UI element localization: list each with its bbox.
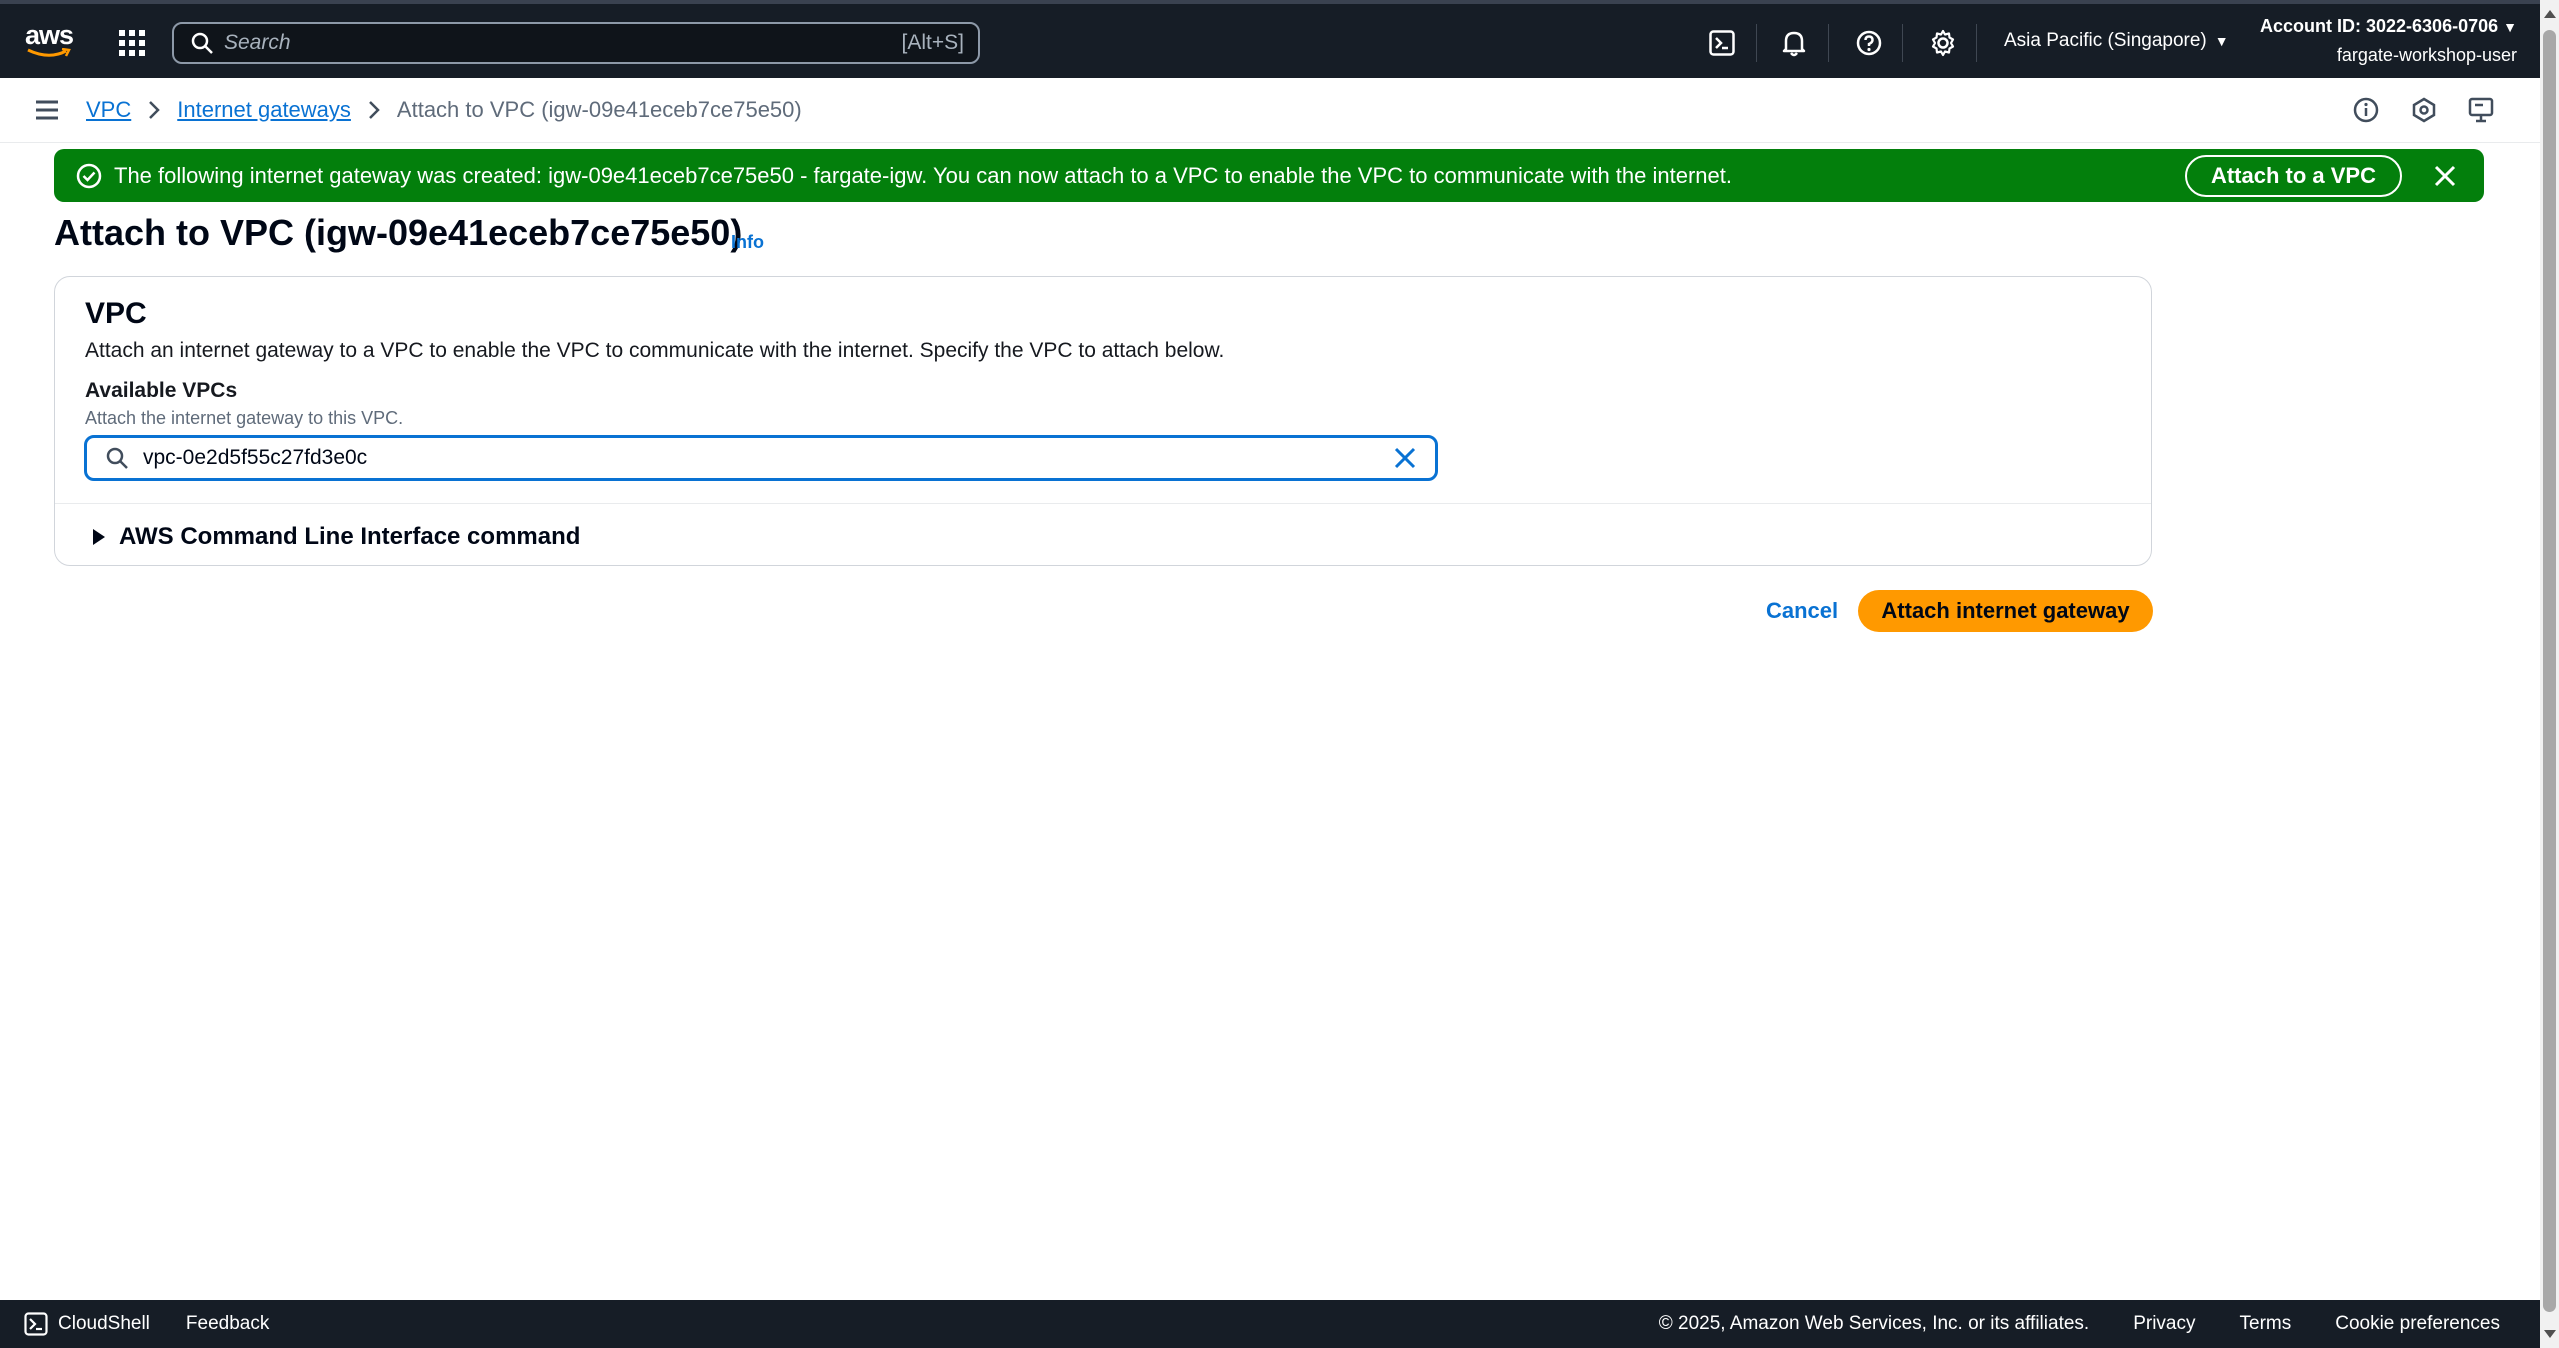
- services-menu-icon[interactable]: [118, 29, 146, 57]
- caret-right-icon: [93, 529, 105, 545]
- check-circle-icon: [76, 163, 102, 188]
- nav-divider: [1976, 24, 1977, 62]
- available-vpcs-label: Available VPCs: [85, 379, 238, 402]
- cloudshell-label: CloudShell: [58, 1313, 150, 1334]
- chevron-right-icon: [369, 101, 380, 119]
- breadcrumb-vpc[interactable]: VPC: [86, 97, 131, 123]
- security-icon[interactable]: [2406, 92, 2442, 128]
- caret-down-icon: ▼: [2503, 19, 2517, 35]
- page-title: Attach to VPC (igw-09e41eceb7ce75e50): [54, 212, 743, 253]
- section-divider: [55, 503, 2151, 504]
- account-user: fargate-workshop-user: [2336, 45, 2517, 65]
- close-icon[interactable]: [2432, 163, 2458, 189]
- info-link[interactable]: Info: [731, 232, 764, 253]
- copyright-text: © 2025, Amazon Web Services, Inc. or its…: [1658, 1313, 2090, 1334]
- scroll-up-arrow-icon[interactable]: [2544, 10, 2556, 18]
- search-placeholder: Search: [224, 31, 291, 54]
- region-selector[interactable]: Asia Pacific (Singapore) ▼: [2004, 30, 2229, 52]
- terms-link[interactable]: Terms: [2240, 1313, 2292, 1335]
- account-menu[interactable]: Account ID: 3022-6306-0706 ▼ fargate-wor…: [2260, 16, 2517, 66]
- attach-to-vpc-button[interactable]: Attach to a VPC: [2184, 154, 2402, 197]
- vpc-select-input[interactable]: vpc-0e2d5f55c27fd3e0c: [84, 435, 1438, 481]
- section-description: Attach an internet gateway to a VPC to e…: [85, 339, 1225, 362]
- gear-icon[interactable]: [1925, 25, 1961, 61]
- search-icon: [191, 32, 213, 54]
- vpc-input-value: vpc-0e2d5f55c27fd3e0c: [143, 446, 368, 469]
- scrollbar-thumb[interactable]: [2543, 30, 2556, 1312]
- vpc-container: VPC Attach an internet gateway to a VPC …: [54, 276, 2152, 566]
- aws-smile-icon: [27, 48, 71, 57]
- help-icon[interactable]: [1851, 25, 1887, 61]
- menu-icon[interactable]: [34, 97, 60, 123]
- cloudshell-icon[interactable]: [1704, 25, 1740, 61]
- clear-icon[interactable]: [1393, 446, 1417, 470]
- top-navigation: aws Search [Alt+S] Asia Pacific (Singapo…: [0, 0, 2559, 78]
- nav-divider: [1828, 24, 1829, 62]
- cloudshell-button[interactable]: CloudShell: [24, 1312, 150, 1336]
- region-label: Asia Pacific (Singapore): [2004, 30, 2207, 51]
- caret-down-icon: ▼: [2214, 33, 2229, 49]
- cli-section-label: AWS Command Line Interface command: [119, 523, 581, 550]
- breadcrumb-bar: VPC Internet gateways Attach to VPC (igw…: [0, 78, 2540, 143]
- page-scrollbar[interactable]: [2540, 0, 2559, 1348]
- flash-message: The following internet gateway was creat…: [114, 162, 1732, 188]
- scroll-down-arrow-icon[interactable]: [2544, 1330, 2556, 1338]
- search-shortcut: [Alt+S]: [901, 31, 964, 54]
- privacy-link[interactable]: Privacy: [2133, 1313, 2195, 1335]
- breadcrumb: VPC Internet gateways Attach to VPC (igw…: [86, 78, 802, 142]
- bell-icon[interactable]: [1776, 25, 1812, 61]
- breadcrumb-current: Attach to VPC (igw-09e41eceb7ce75e50): [396, 97, 802, 122]
- footer: CloudShell Feedback © 2025, Amazon Web S…: [0, 1300, 2540, 1348]
- tutorial-panel-icon[interactable]: [2464, 92, 2500, 128]
- aws-logo[interactable]: aws: [22, 18, 76, 62]
- cli-expandable-section[interactable]: AWS Command Line Interface command: [93, 523, 580, 551]
- feedback-link[interactable]: Feedback: [186, 1313, 269, 1335]
- chevron-right-icon: [149, 101, 161, 119]
- cloudshell-icon: [24, 1312, 48, 1336]
- search-icon: [106, 447, 128, 469]
- utility-icons: [2348, 92, 2500, 128]
- aws-logo-text: aws: [24, 20, 74, 50]
- section-heading: VPC: [85, 297, 147, 330]
- nav-divider: [1756, 24, 1757, 62]
- breadcrumb-internet-gateways[interactable]: Internet gateways: [177, 97, 351, 123]
- cookie-preferences-link[interactable]: Cookie preferences: [2335, 1313, 2500, 1335]
- available-vpcs-hint: Attach the internet gateway to this VPC.: [85, 408, 404, 428]
- success-flash-banner: The following internet gateway was creat…: [54, 149, 2484, 202]
- cancel-button[interactable]: Cancel: [1766, 598, 1838, 624]
- attach-internet-gateway-button[interactable]: Attach internet gateway: [1858, 590, 2153, 632]
- search-input[interactable]: Search [Alt+S]: [172, 22, 980, 64]
- nav-divider: [1902, 24, 1903, 62]
- info-icon[interactable]: [2348, 92, 2384, 128]
- account-id: Account ID: 3022-6306-0706: [2260, 16, 2499, 36]
